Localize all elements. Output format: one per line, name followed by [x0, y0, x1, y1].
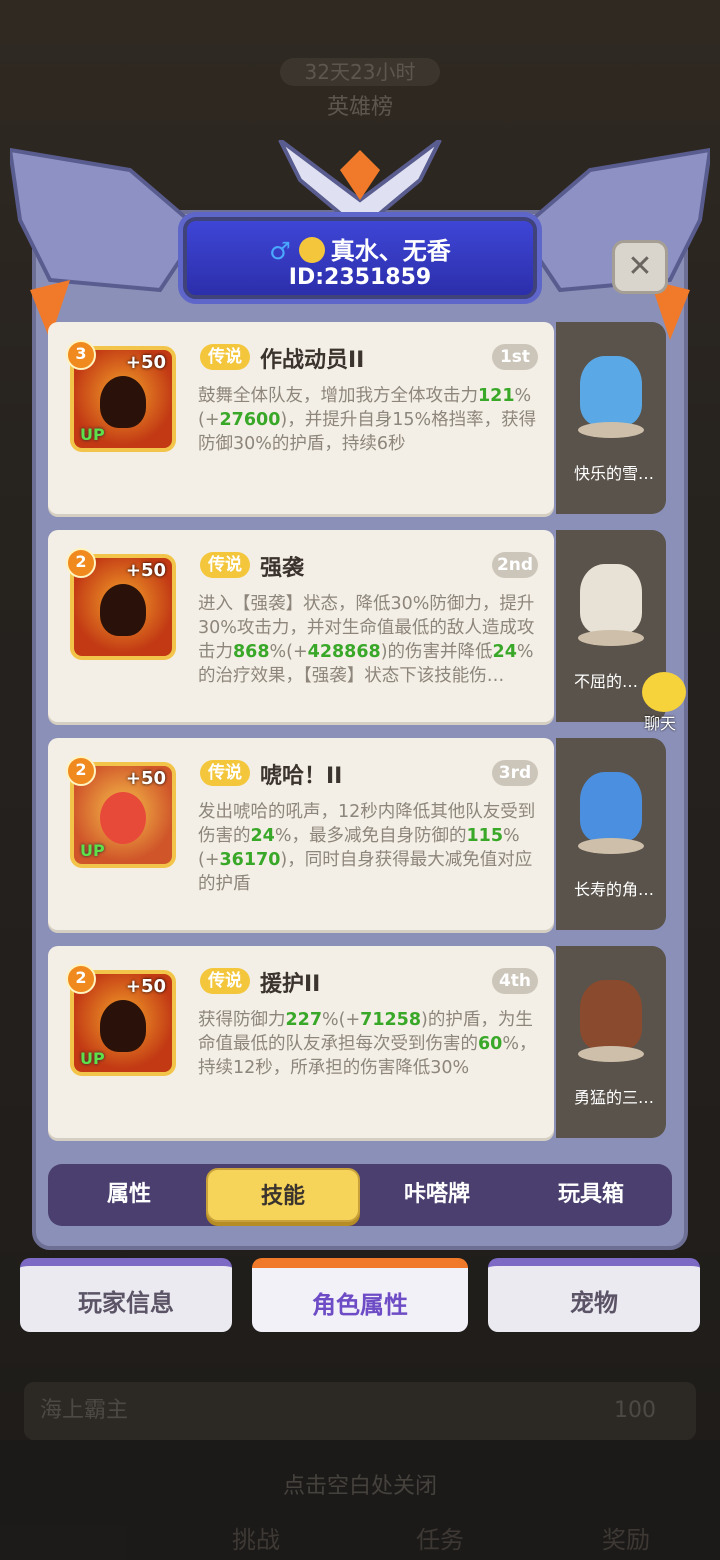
chat-label: 聊天 — [643, 714, 676, 733]
skill-figure-icon — [100, 1000, 146, 1052]
rarity-tag: 传说 — [200, 760, 250, 786]
pet-slot[interactable]: 快乐的雪… — [556, 322, 666, 514]
pet-pedestal — [578, 630, 644, 646]
tab-toybox[interactable]: 玩具箱 — [514, 1168, 668, 1222]
pet-name: 勇猛的三… — [574, 1088, 655, 1107]
skill-card[interactable]: 2 +50 UP 传说 援护II 4th 获得防御力227%(+71258)的护… — [48, 946, 554, 1138]
rarity-tag: 传说 — [200, 552, 250, 578]
skill-order-badge: 1st — [492, 344, 538, 370]
skill-name: 唬哈！II — [260, 764, 343, 789]
tab-skills[interactable]: 技能 — [206, 1168, 360, 1222]
skill-up-badge: UP — [80, 425, 105, 444]
chat-button[interactable]: 聊天 — [630, 672, 690, 733]
skill-description: 获得防御力227%(+71258)的护盾，为生命值最低的队友承担每次受到伤害的6… — [198, 1010, 537, 1078]
player-nameplate: ♂ 真水、无香 ID:2351859 — [178, 212, 542, 304]
skill-figure-icon — [100, 376, 146, 428]
pet-figure-icon — [580, 772, 642, 842]
player-id: ID:2351859 — [288, 265, 432, 290]
tab-cards[interactable]: 咔嗒牌 — [360, 1168, 514, 1222]
skill-description: 发出唬哈的吼声，12秒内降低其他队友受到伤害的24%，最多减免自身防御的115%… — [198, 802, 536, 894]
skill-name: 作战动员II — [260, 348, 365, 373]
pet-figure-icon — [580, 564, 642, 634]
player-name: 真水、无香 — [330, 237, 451, 265]
skill-card[interactable]: 3 +50 UP 传说 作战动员II 1st 鼓舞全体队友，增加我方全体攻击力1… — [48, 322, 554, 514]
skill-name: 援护II — [260, 972, 321, 997]
pet-figure-icon — [580, 980, 642, 1050]
pet-slot[interactable]: 勇猛的三… — [556, 946, 666, 1138]
skill-card[interactable]: 2 +50 UP 传说 唬哈！II 3rd 发出唬哈的吼声，12秒内降低其他队友… — [48, 738, 554, 930]
skill-icon: 2 +50 UP — [66, 756, 176, 868]
skill-face-icon — [100, 792, 146, 844]
main-tab-character-attributes[interactable]: 角色属性 — [252, 1258, 468, 1332]
pet-pedestal — [578, 838, 644, 854]
skill-bonus: +50 — [125, 352, 166, 373]
skill-description: 进入【强袭】状态，降低30%防御力，提升30%攻击力，并对生命值最低的敌人造成攻… — [198, 594, 535, 686]
pet-pedestal — [578, 422, 644, 438]
player-name-line: ♂ 真水、无香 — [183, 231, 537, 266]
skill-icon: 2 +50 — [66, 548, 176, 660]
skill-description: 鼓舞全体队友，增加我方全体攻击力121%(+27600)，并提升自身15%格挡率… — [198, 386, 537, 454]
chat-icon — [642, 672, 686, 712]
male-gender-icon: ♂ — [269, 237, 291, 265]
pet-name: 长寿的角… — [574, 880, 655, 899]
rarity-tag: 传说 — [200, 968, 250, 994]
pet-name: 快乐的雪… — [574, 464, 655, 483]
skill-level-badge: 2 — [66, 756, 96, 786]
skill-level-badge: 3 — [66, 340, 96, 370]
skill-bonus: +50 — [125, 560, 166, 581]
tab-attributes[interactable]: 属性 — [52, 1168, 206, 1222]
skill-bonus: +50 — [125, 976, 166, 997]
skill-icon: 2 +50 UP — [66, 964, 176, 1076]
skill-icon: 3 +50 UP — [66, 340, 176, 452]
skill-figure-icon — [100, 584, 146, 636]
skill-order-badge: 3rd — [492, 760, 538, 786]
skill-bonus: +50 — [125, 768, 166, 789]
skill-name: 强袭 — [260, 556, 305, 581]
pet-figure-icon — [580, 356, 642, 426]
skill-level-badge: 2 — [66, 964, 96, 994]
skill-level-badge: 2 — [66, 548, 96, 578]
close-button[interactable]: ✕ — [612, 240, 668, 294]
pet-slot[interactable]: 长寿的角… — [556, 738, 666, 930]
skill-order-badge: 4th — [492, 968, 538, 994]
player-avatar-icon — [298, 237, 325, 263]
main-tab-player-info[interactable]: 玩家信息 — [20, 1258, 232, 1332]
skill-up-badge: UP — [80, 1049, 105, 1068]
skill-order-badge: 2nd — [492, 552, 538, 578]
pet-pedestal — [578, 1046, 644, 1062]
sub-tab-bar: 属性 技能 咔嗒牌 玩具箱 — [48, 1164, 672, 1226]
rarity-tag: 传说 — [200, 344, 250, 370]
skill-up-badge: UP — [80, 841, 105, 860]
skill-card[interactable]: 2 +50 传说 强袭 2nd 进入【强袭】状态，降低30%防御力，提升30%攻… — [48, 530, 554, 722]
main-tab-pets[interactable]: 宠物 — [488, 1258, 700, 1332]
